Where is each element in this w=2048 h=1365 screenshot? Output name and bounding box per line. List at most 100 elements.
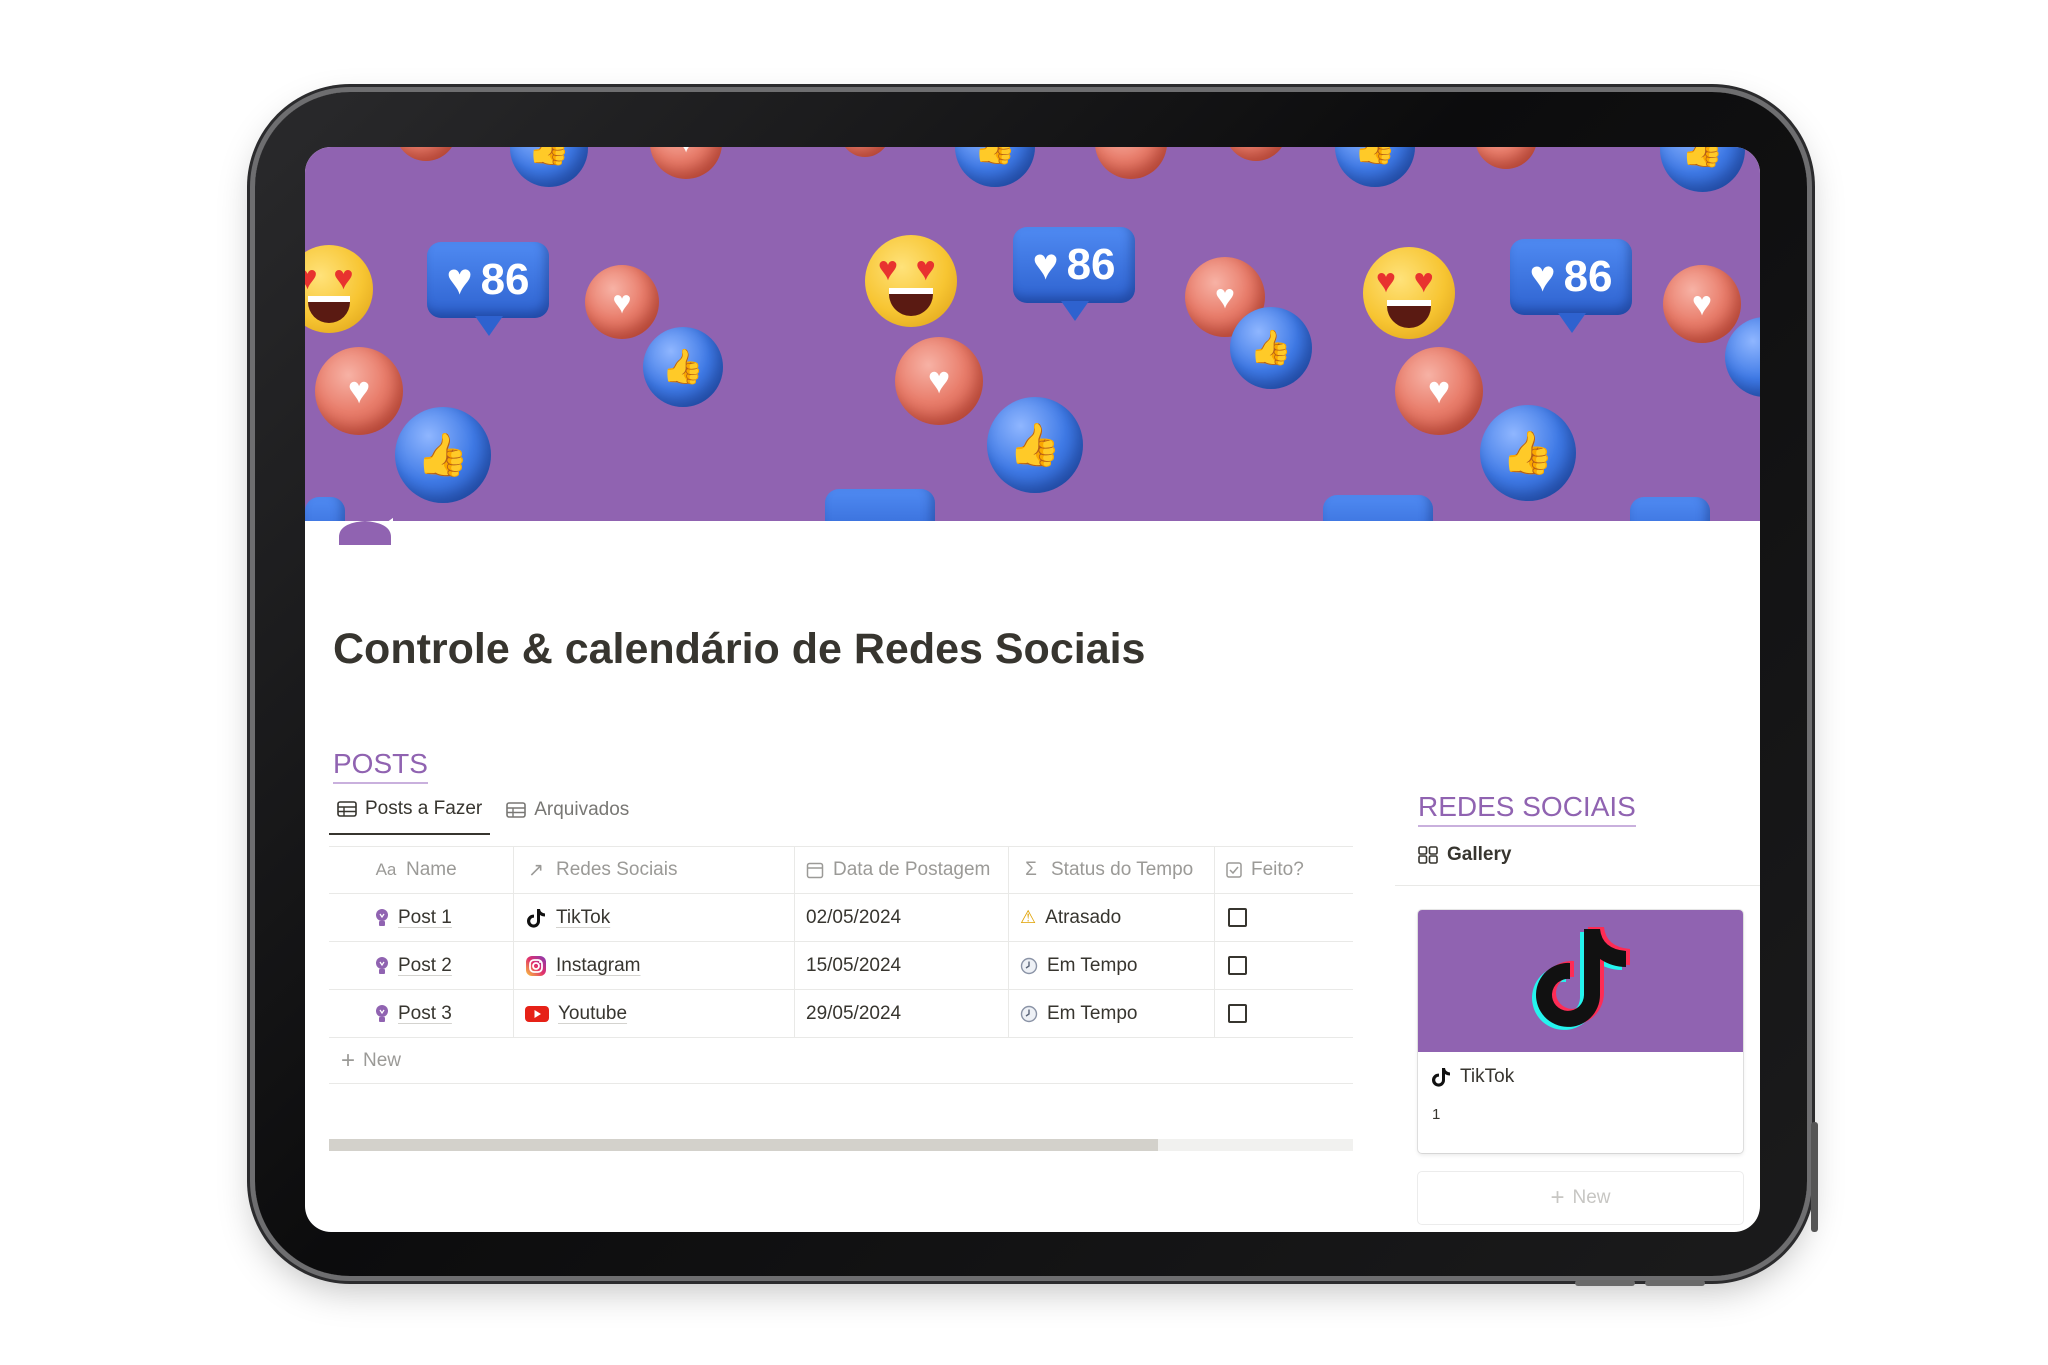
status-text: Em Tempo	[1047, 954, 1138, 976]
heart-bubble-icon: ♥	[1395, 347, 1483, 435]
done-cell[interactable]	[1215, 942, 1353, 989]
tab-label: Arquivados	[534, 799, 630, 820]
column-label: Name	[406, 859, 457, 880]
post-name[interactable]: Post 3	[398, 1003, 452, 1025]
name-cell[interactable]: Post 2	[329, 942, 514, 989]
warning-icon: ⚠	[1020, 907, 1037, 927]
tab-posts-a-fazer[interactable]: Posts a Fazer	[329, 795, 491, 835]
lightbulb-icon	[376, 1004, 388, 1022]
heart-bubble-icon	[1475, 147, 1537, 169]
card-title-text: TikTok	[1460, 1066, 1515, 1087]
thumbs-up-icon: 👍	[987, 397, 1083, 493]
heart-bubble-icon	[1225, 147, 1287, 161]
thumbs-up-icon: 👍	[955, 147, 1035, 187]
column-label: Data de Postagem	[833, 859, 991, 880]
side-button	[1811, 1122, 1818, 1232]
youtube-icon	[525, 1005, 549, 1022]
status-text: Atrasado	[1045, 906, 1122, 928]
thumbs-up-icon: 👍	[395, 407, 491, 503]
done-checkbox[interactable]	[1228, 956, 1247, 975]
posts-database-title[interactable]: POSTS	[333, 748, 428, 784]
plus-icon: +	[1550, 1184, 1565, 1211]
table-row[interactable]: Post 2 Instagram 15/05/2024 Em Tempo	[329, 942, 1353, 990]
column-label: Feito?	[1251, 859, 1304, 880]
posts-view-tabs: Posts a Fazer Arquivados	[329, 795, 637, 835]
date-cell[interactable]: 29/05/2024	[795, 990, 1009, 1037]
table-row[interactable]: Post 3 Youtube 29/05/2024 Em Tempo	[329, 990, 1353, 1038]
done-cell[interactable]	[1215, 894, 1353, 941]
page-icon[interactable]	[337, 515, 393, 545]
like-count-badge: ♥ 86	[1510, 239, 1632, 333]
table-icon	[506, 802, 527, 818]
card-count: 1	[1432, 1106, 1441, 1123]
name-cell[interactable]: Post 3	[329, 990, 514, 1037]
post-name[interactable]: Post 1	[398, 907, 452, 929]
heart-bubble-icon: ♥	[1663, 265, 1741, 343]
date-cell[interactable]: 02/05/2024	[795, 894, 1009, 941]
table-icon	[337, 801, 357, 817]
done-checkbox[interactable]	[1228, 908, 1247, 927]
posts-table: Aa Name ↗ Redes Sociais Data de Postagem…	[329, 846, 1353, 1084]
column-label: Status do Tempo	[1051, 859, 1194, 880]
column-header-data-de-postagem[interactable]: Data de Postagem	[795, 847, 1009, 893]
clock-icon	[1020, 957, 1038, 974]
column-header-status-do-tempo[interactable]: Σ Status do Tempo	[1009, 847, 1215, 893]
like-count-badge	[825, 489, 935, 521]
tiktok-icon	[527, 908, 545, 928]
tiktok-logo-icon	[1531, 927, 1630, 1030]
lightbulb-icon	[376, 908, 388, 926]
column-header-feito[interactable]: Feito?	[1215, 847, 1353, 893]
table-row[interactable]: Post 1 TikTok 02/05/2024 ⚠ Atrasado	[329, 894, 1353, 942]
gallery-card[interactable]: TikTok 1	[1418, 910, 1743, 1153]
network-link[interactable]: Instagram	[556, 955, 640, 977]
heart-bubble-icon	[1095, 147, 1167, 179]
calendar-icon	[806, 862, 824, 879]
add-new-row-button[interactable]: + New	[329, 1038, 1353, 1084]
like-count-badge: ♥ 86	[1013, 227, 1135, 321]
thumbs-up-icon: 👍	[643, 327, 723, 407]
date-cell[interactable]: 15/05/2024	[795, 942, 1009, 989]
heart-eyes-emoji-icon: ♥ ♥	[305, 245, 373, 333]
checkbox-icon	[1226, 862, 1242, 878]
page-title[interactable]: Controle & calendário de Redes Sociais	[333, 625, 1145, 674]
column-header-redes-sociais[interactable]: ↗ Redes Sociais	[514, 847, 795, 893]
volume-button	[1645, 1280, 1705, 1286]
page-cover[interactable]: 👍 ♥ 👍 👍 👍 ♥♥ ♥86 ♥ 👍 ♥♥ ♥86 ♥ 👍 ♥♥	[305, 147, 1760, 521]
heart-eyes-emoji-icon: ♥ ♥	[1363, 247, 1455, 339]
status-cell: Em Tempo	[1009, 990, 1215, 1037]
heart-bubble-icon: ♥	[895, 337, 983, 425]
redes-sociais-database-title[interactable]: REDES SOCIAIS	[1418, 791, 1636, 827]
formula-sigma-icon: Σ	[1025, 859, 1037, 880]
network-link[interactable]: Youtube	[558, 1003, 627, 1025]
status-text: Em Tempo	[1047, 1002, 1138, 1024]
card-title[interactable]: TikTok	[1418, 1052, 1743, 1088]
thumbs-up-icon: 👍	[1230, 307, 1312, 389]
clock-icon	[1020, 1005, 1038, 1022]
new-label: New	[363, 1049, 402, 1071]
card-cover	[1418, 910, 1743, 1052]
tab-arquivados[interactable]: Arquivados	[498, 795, 637, 835]
heart-eyes-emoji-icon: ♥ ♥	[865, 235, 957, 327]
column-header-name[interactable]: Aa Name	[329, 847, 514, 893]
thumbs-up-icon: 👍	[1480, 405, 1576, 501]
heart-bubble-icon: ♥	[315, 347, 403, 435]
gallery-view-tab[interactable]: Gallery	[1395, 844, 1760, 886]
scrollbar-thumb[interactable]	[329, 1139, 1159, 1151]
heart-bubble-icon	[395, 147, 457, 161]
gallery-add-new-button[interactable]: + New	[1418, 1172, 1743, 1224]
redes-sociais-cell[interactable]: Youtube	[514, 990, 795, 1037]
heart-bubble-icon: ♥	[650, 147, 722, 179]
done-cell[interactable]	[1215, 990, 1353, 1037]
plus-icon: +	[341, 1046, 356, 1074]
thumbs-up-icon: 👍	[510, 147, 588, 187]
network-link[interactable]: TikTok	[556, 907, 610, 929]
name-cell[interactable]: Post 1	[329, 894, 514, 941]
redes-sociais-cell[interactable]: TikTok	[514, 894, 795, 941]
like-count-badge: ♥ 86	[427, 242, 549, 336]
horizontal-scrollbar[interactable]	[329, 1139, 1353, 1151]
done-checkbox[interactable]	[1228, 1004, 1247, 1023]
new-label: New	[1572, 1187, 1611, 1208]
relation-arrow-icon: ↗	[528, 859, 544, 881]
redes-sociais-cell[interactable]: Instagram	[514, 942, 795, 989]
post-name[interactable]: Post 2	[398, 955, 452, 977]
